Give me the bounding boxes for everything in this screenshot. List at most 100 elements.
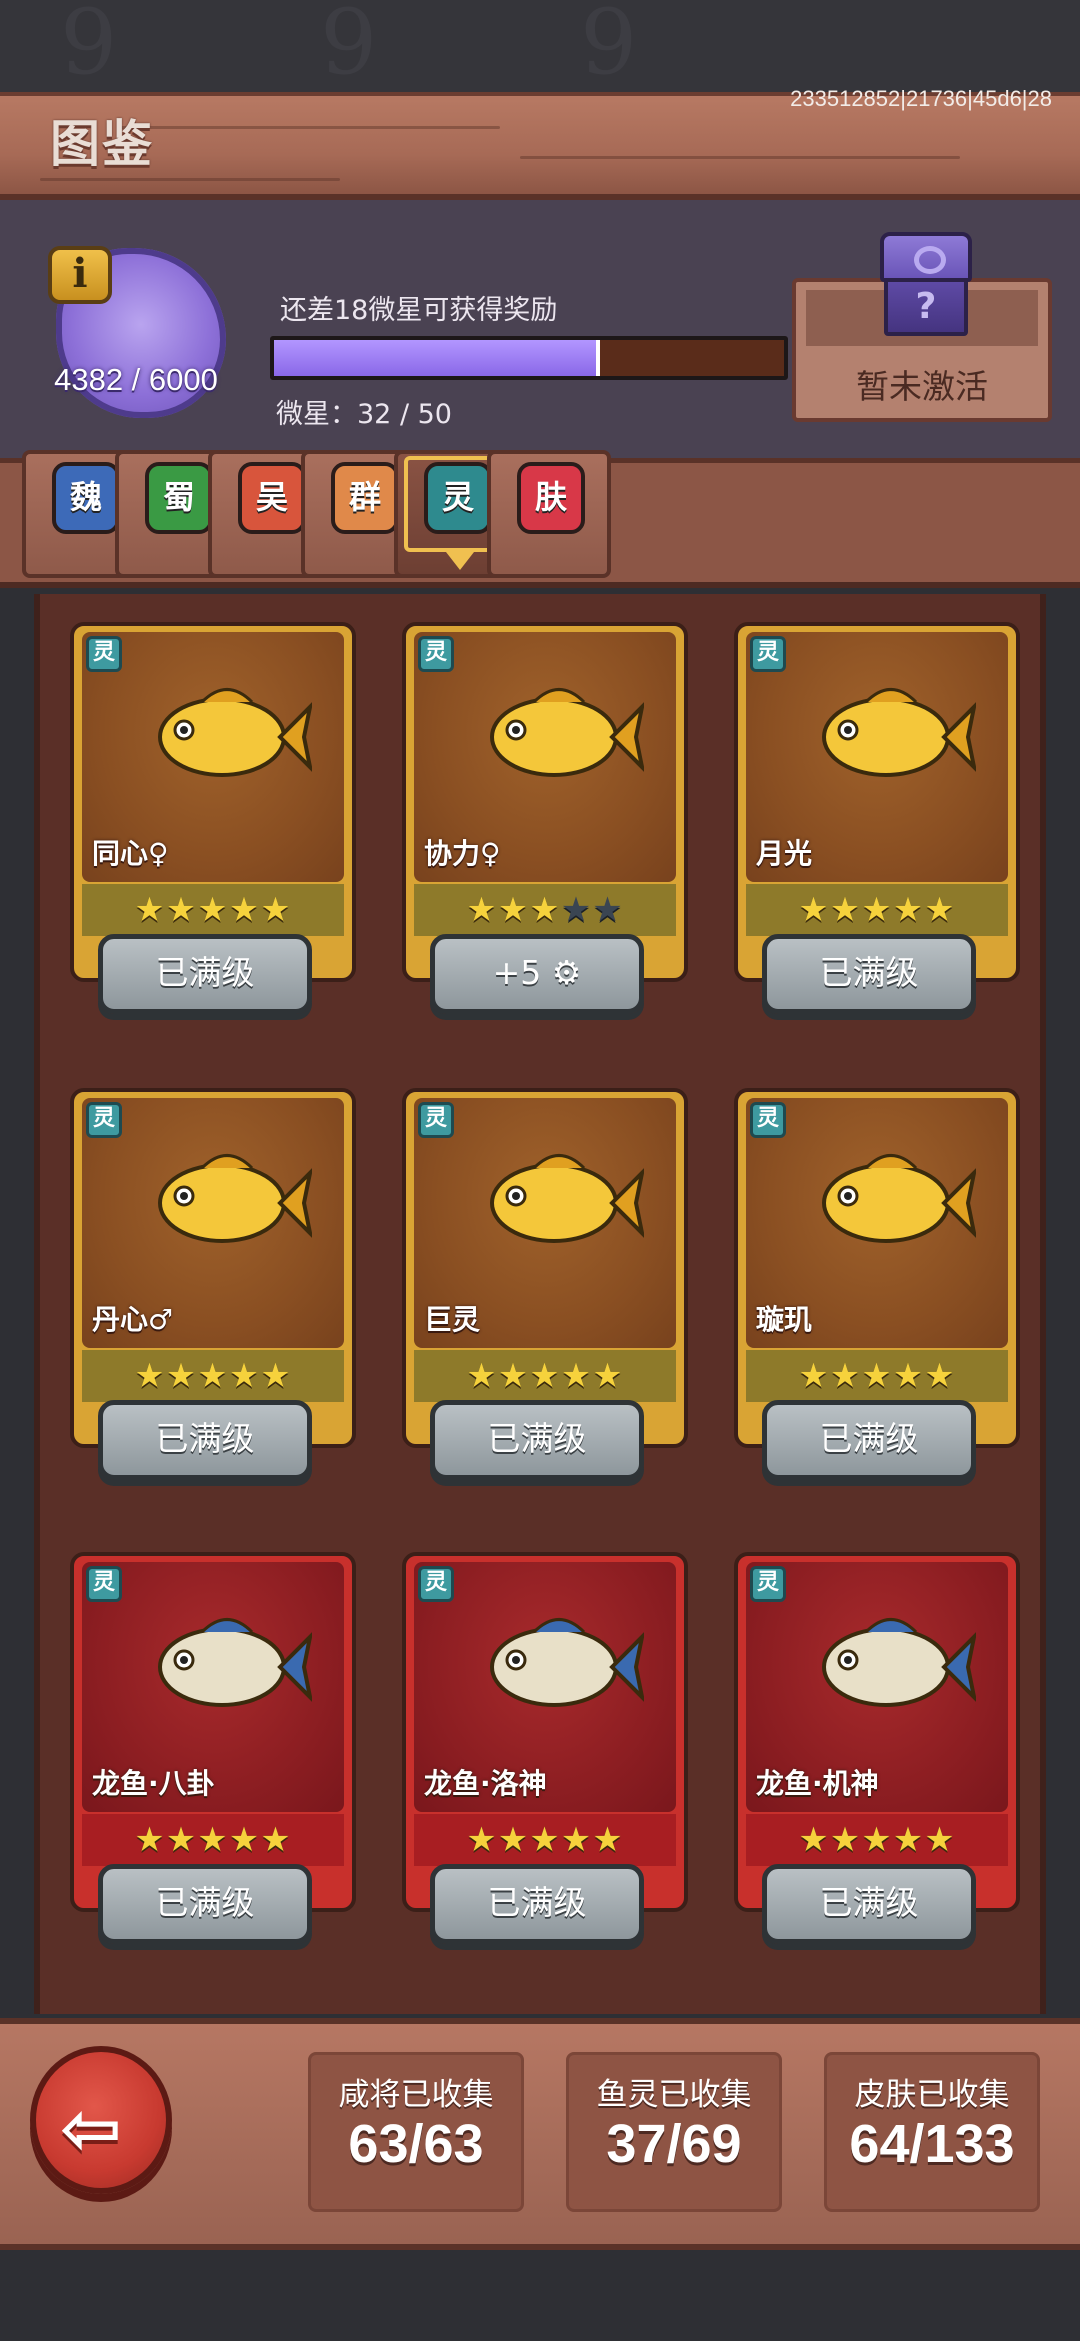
stat-label: 鱼灵已收集 (596, 2077, 752, 2113)
back-arrow-icon: ⇦ (60, 2086, 123, 2172)
card-name: 璇玑 (756, 1303, 813, 1336)
star-icon: ★ (798, 1356, 830, 1396)
fish-card[interactable]: 灵丹心♂ ★★★★★ 已满级 (70, 1088, 356, 1488)
star-icon: ★ (560, 1356, 593, 1396)
card-portrait: 灵月光 (746, 632, 1008, 882)
card-level-button[interactable]: 已满级 (430, 1400, 644, 1480)
stat-label: 皮肤已收集 (854, 2077, 1010, 2113)
star-icon: ★ (197, 890, 229, 930)
tab-label: 魏 (52, 462, 120, 534)
star-rating: ★★★★★ (82, 1356, 344, 1396)
collection-stat: 咸将已收集 63/63 (308, 2052, 524, 2212)
micro-star-progress-bar (270, 336, 788, 380)
star-icon: ★ (134, 890, 166, 930)
card-level-button[interactable]: 已满级 (762, 1400, 976, 1480)
fish-card[interactable]: 灵月光 ★★★★★ 已满级 (734, 622, 1020, 1022)
star-rating: ★★★★★ (746, 890, 1008, 930)
star-rating: ★★★★★ (82, 890, 344, 930)
star-ribbon: ★★★★★ (82, 884, 344, 936)
stat-value: 64/133 (849, 2114, 1015, 2174)
card-level-button[interactable]: 已满级 (98, 1400, 312, 1480)
card-level-button[interactable]: 已满级 (98, 1864, 312, 1944)
fish-icon (142, 1602, 314, 1732)
tab-label: 肤 (517, 462, 585, 534)
background-digit: 9 (580, 0, 638, 95)
card-portrait: 灵同心♀ (82, 632, 344, 882)
star-icon: ★ (892, 890, 925, 930)
star-rating: ★★★★★ (746, 1356, 1008, 1396)
card-level-button[interactable]: 已满级 (98, 934, 312, 1014)
star-icon: ★ (829, 890, 862, 930)
card-tag: 灵 (750, 636, 786, 672)
card-name: 月光 (756, 837, 813, 870)
star-icon: ★ (165, 1820, 198, 1860)
tab-label: 群 (331, 462, 399, 534)
star-icon: ★ (260, 890, 292, 930)
fish-card[interactable]: 灵巨灵 ★★★★★ 已满级 (402, 1088, 688, 1488)
card-name: 龙鱼·洛神 (424, 1767, 547, 1800)
fish-card[interactable]: 灵龙鱼·机神 ★★★★★ 已满级 (734, 1552, 1020, 1952)
card-name: 丹心♂ (92, 1303, 174, 1336)
fish-card[interactable]: 灵龙鱼·洛神 ★★★★★ 已满级 (402, 1552, 688, 1952)
fish-icon (474, 1138, 646, 1268)
stat-value: 37/69 (606, 2114, 742, 2174)
tab-label: 灵 (424, 462, 492, 534)
star-icon: ★ (497, 890, 530, 930)
star-ribbon: ★★★★★ (746, 884, 1008, 936)
card-name: 龙鱼·机神 (756, 1767, 879, 1800)
star-icon: ★ (798, 890, 830, 930)
star-ribbon: ★★★★★ (746, 1350, 1008, 1402)
fish-card[interactable]: 灵龙鱼·八卦 ★★★★★ 已满级 (70, 1552, 356, 1952)
card-level-button[interactable]: 已满级 (430, 1864, 644, 1944)
card-tag: 灵 (86, 636, 122, 672)
top-strip: 9 9 9 (0, 0, 1080, 95)
card-level-button[interactable]: +5 ⚙ (430, 934, 644, 1014)
fish-icon (806, 672, 978, 802)
fish-card[interactable]: 灵璇玑 ★★★★★ 已满级 (734, 1088, 1020, 1488)
star-icon: ★ (924, 1356, 956, 1396)
star-icon: ★ (529, 1820, 561, 1860)
card-level-button[interactable]: 已满级 (762, 934, 976, 1014)
card-tag: 灵 (86, 1566, 122, 1602)
collection-stat: 皮肤已收集 64/133 (824, 2052, 1040, 2212)
fish-icon (474, 1602, 646, 1732)
star-ribbon: ★★★★★ (414, 1350, 676, 1402)
back-button[interactable]: ⇦ (30, 2046, 172, 2194)
star-icon: ★ (529, 1356, 561, 1396)
star-icon: ★ (829, 1820, 862, 1860)
star-icon: ★ (134, 1356, 166, 1396)
star-icon: ★ (134, 1820, 166, 1860)
collection-stat: 鱼灵已收集 37/69 (566, 2052, 782, 2212)
fish-icon (474, 672, 646, 802)
star-ribbon: ★★★★★ (414, 1814, 676, 1866)
star-icon: ★ (560, 1820, 593, 1860)
card-tag: 灵 (750, 1566, 786, 1602)
card-name: 同心♀ (92, 837, 169, 870)
star-icon: ★ (260, 1820, 292, 1860)
info-icon[interactable]: i (48, 246, 112, 304)
star-icon: ★ (497, 1356, 530, 1396)
star-icon: ★ (829, 1356, 862, 1396)
tab-label: 吴 (238, 462, 306, 534)
star-ribbon: ★★★★★ (82, 1814, 344, 1866)
collection-badge[interactable]: i 4382 / 6000 (38, 238, 234, 428)
star-rating: ★★★★★ (414, 1820, 676, 1860)
tab-5[interactable]: 肤 (487, 450, 611, 578)
star-ribbon: ★★★★★ (82, 1350, 344, 1402)
star-icon: ★ (228, 1356, 261, 1396)
fish-icon (806, 1138, 978, 1268)
card-tag: 灵 (418, 1566, 454, 1602)
star-icon: ★ (197, 1356, 229, 1396)
star-icon: ★ (466, 890, 498, 930)
mystery-chest-icon: ? (880, 232, 972, 338)
card-level-button[interactable]: 已满级 (762, 1864, 976, 1944)
star-icon: ★ (892, 1820, 925, 1860)
star-icon: ★ (466, 1356, 498, 1396)
star-rating: ★★★★★ (746, 1820, 1008, 1860)
star-icon: ★ (924, 1820, 956, 1860)
fish-card[interactable]: 灵协力♀ ★★★★★ +5 ⚙ (402, 622, 688, 1022)
star-rating: ★★★★★ (82, 1820, 344, 1860)
fish-card[interactable]: 灵同心♀ ★★★★★ 已满级 (70, 622, 356, 1022)
star-icon: ★ (560, 890, 593, 930)
collection-points: 4382 / 6000 (54, 362, 218, 397)
